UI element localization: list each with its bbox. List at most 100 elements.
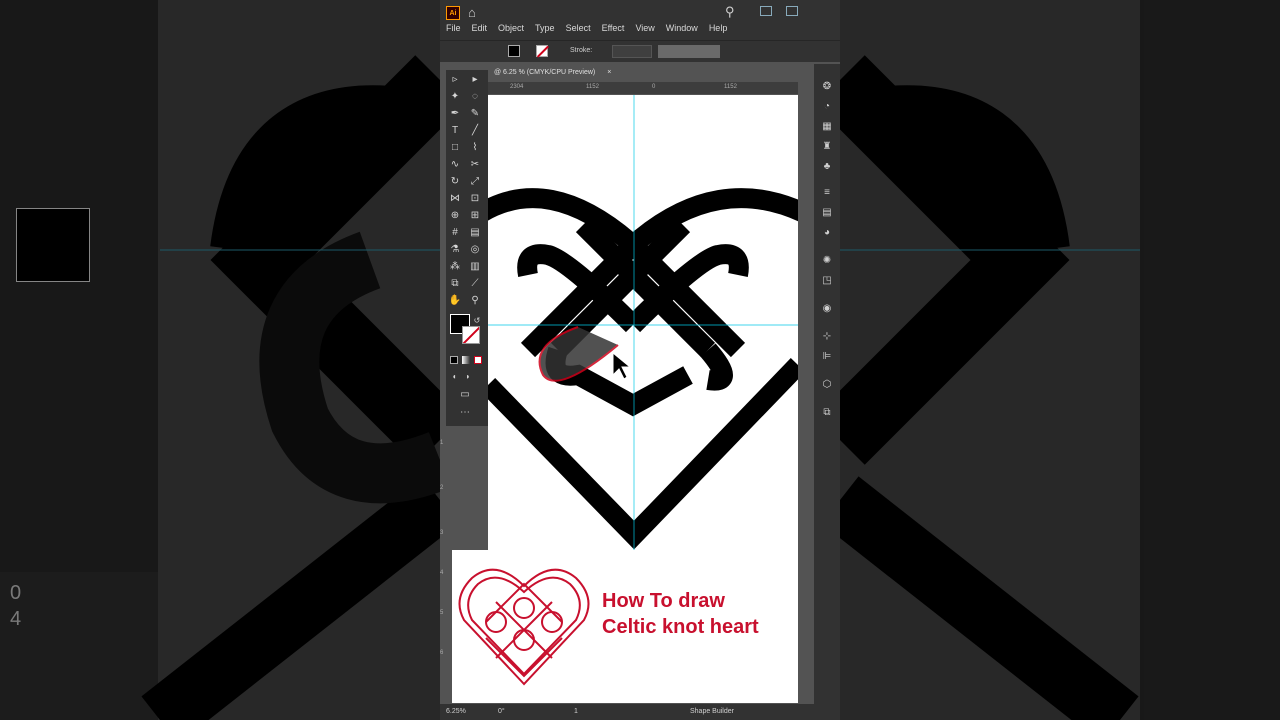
appearance-icon[interactable]: ✺ <box>820 254 834 268</box>
gradient-panel-icon[interactable]: ▤ <box>820 206 834 220</box>
stroke-color-swatch[interactable] <box>536 45 548 57</box>
symbols-icon[interactable]: ♣ <box>820 160 834 174</box>
selection-icon[interactable]: ▹ <box>448 73 462 87</box>
stroke-weight-field[interactable] <box>612 45 652 58</box>
document-tab[interactable]: @ 6.25 % (CMYK/CPU Preview) × <box>488 64 618 81</box>
scale-icon[interactable]: ⤢ <box>468 175 482 189</box>
menu-bar: Ai ⌂ ⚲ File Edit Object Type Select Effe… <box>440 0 840 40</box>
menu-select[interactable]: Select <box>566 23 591 33</box>
more-tools-icon[interactable]: ⋯ <box>458 406 472 420</box>
slice-icon[interactable]: ⟋ <box>468 277 482 291</box>
none-mode-icon[interactable] <box>474 356 482 364</box>
draw-behind-icon[interactable]: ◑ <box>460 370 474 384</box>
libraries-icon[interactable]: ▦ <box>820 120 834 134</box>
gradient-icon[interactable]: ▤ <box>468 226 482 240</box>
stroke-label: Stroke: <box>570 47 593 54</box>
mesh-icon[interactable]: # <box>448 226 462 240</box>
3d-icon[interactable]: ⬡ <box>820 378 834 392</box>
width-icon[interactable]: ⋈ <box>448 192 462 206</box>
menu-window[interactable]: Window <box>666 23 698 33</box>
layers-icon[interactable]: ◔ <box>820 100 834 114</box>
menu-file[interactable]: File <box>446 23 461 33</box>
paintbrush-icon[interactable]: ⌇ <box>468 141 482 155</box>
celtic-heart-logo <box>458 568 590 686</box>
graphic-styles-icon[interactable]: ◳ <box>820 274 834 288</box>
artboard-icon[interactable]: ⧉ <box>448 277 462 291</box>
eyedropper-icon[interactable]: ⚗ <box>448 243 462 257</box>
curvature-icon[interactable]: ✎ <box>468 107 482 121</box>
color-mode-icon[interactable] <box>450 356 458 364</box>
bg-dim <box>0 0 440 720</box>
symbol-sprayer-icon[interactable]: ⁂ <box>448 260 462 274</box>
menu-object[interactable]: Object <box>498 23 524 33</box>
brushes-icon[interactable]: ♜ <box>820 140 834 154</box>
search-icon[interactable]: ⚲ <box>725 4 735 20</box>
menu-edit[interactable]: Edit <box>472 23 488 33</box>
lasso-icon[interactable]: ◌ <box>468 90 482 104</box>
free-transform-icon[interactable]: ⊡ <box>468 192 482 206</box>
line-icon[interactable]: ╱ <box>468 124 482 138</box>
recolor-icon[interactable]: ◉ <box>820 302 834 316</box>
transform-icon[interactable]: ⊹ <box>820 330 834 344</box>
ruler-tick: 0 <box>652 84 656 90</box>
gradient-mode-icon[interactable] <box>462 356 470 364</box>
ruler-tick: 1152 <box>724 84 737 90</box>
perspective-icon[interactable]: ⊞ <box>468 209 482 223</box>
hand-icon[interactable]: ✋ <box>448 294 462 308</box>
document-tab-label: @ 6.25 % (CMYK/CPU Preview) <box>494 69 596 76</box>
rotate-icon[interactable]: ↻ <box>448 175 462 189</box>
direct-selection-icon[interactable]: ▸ <box>468 73 482 87</box>
type-icon[interactable]: T <box>448 124 462 138</box>
v-ruler-tick: 1 <box>440 440 444 446</box>
zoom-level[interactable]: 6.25% <box>446 708 466 715</box>
menu-help[interactable]: Help <box>709 23 728 33</box>
stroke-color-big[interactable] <box>462 326 480 344</box>
tutorial-title: How To draw Celtic knot heart <box>602 588 759 640</box>
column-graph-icon[interactable]: ▥ <box>468 260 482 274</box>
arrange-documents-icon[interactable] <box>760 6 772 16</box>
control-bar: Stroke: <box>440 40 840 62</box>
rotation-value[interactable]: 0° <box>498 708 505 715</box>
menu-type[interactable]: Type <box>535 23 555 33</box>
close-tab-icon[interactable]: × <box>607 69 611 76</box>
swap-colors-icon[interactable]: ↺ <box>470 314 484 328</box>
v-ruler-tick: 5 <box>440 610 444 616</box>
rectangle-icon[interactable]: □ <box>448 141 462 155</box>
menu-effect[interactable]: Effect <box>602 23 625 33</box>
variable-width-field[interactable] <box>658 45 720 58</box>
bg-dim <box>840 0 1280 720</box>
menu-view[interactable]: View <box>635 23 654 33</box>
pathfinder-icon[interactable]: ⧉ <box>820 406 834 420</box>
workspace-switcher-icon[interactable] <box>786 6 798 16</box>
screen-mode-icon[interactable]: ▭ <box>458 388 472 402</box>
v-ruler-tick: 6 <box>440 650 444 656</box>
home-icon[interactable]: ⌂ <box>468 5 476 20</box>
v-ruler-tick: 4 <box>440 570 444 576</box>
cursor-icon <box>612 351 632 380</box>
current-tool-label: Shape Builder <box>690 708 734 715</box>
status-bar: 6.25% 0° 1 Shape Builder <box>440 704 814 720</box>
menu-list: File Edit Object Type Select Effect View… <box>446 23 727 33</box>
vertical-ruler: 1 2 3 4 5 6 <box>440 430 448 700</box>
scissors-icon[interactable]: ✂ <box>468 158 482 172</box>
transparency-icon[interactable]: ◕ <box>820 226 834 240</box>
pen-icon[interactable]: ✒ <box>448 107 462 121</box>
v-ruler-tick: 2 <box>440 485 444 491</box>
shape-builder-icon[interactable]: ⊕ <box>448 209 462 223</box>
fill-color-swatch[interactable] <box>508 45 520 57</box>
blend-icon[interactable]: ◎ <box>468 243 482 257</box>
title-line-1: How To draw <box>602 590 725 612</box>
heart-top-curve <box>488 188 798 259</box>
ruler-tick: 2304 <box>510 84 524 90</box>
title-line-2: Celtic knot heart <box>602 616 759 638</box>
background-right <box>840 0 1280 720</box>
v-ruler-tick: 3 <box>440 530 444 536</box>
stroke-panel-icon[interactable]: ≡ <box>820 186 834 200</box>
shaper-icon[interactable]: ∿ <box>448 158 462 172</box>
horizontal-ruler: 2304 1152 0 1152 <box>488 82 798 94</box>
magic-wand-icon[interactable]: ✦ <box>448 90 462 104</box>
properties-icon[interactable]: ❂ <box>820 80 834 94</box>
artboard-number[interactable]: 1 <box>574 708 578 715</box>
align-icon[interactable]: ⊫ <box>820 350 834 364</box>
zoom-icon[interactable]: ⚲ <box>468 294 482 308</box>
